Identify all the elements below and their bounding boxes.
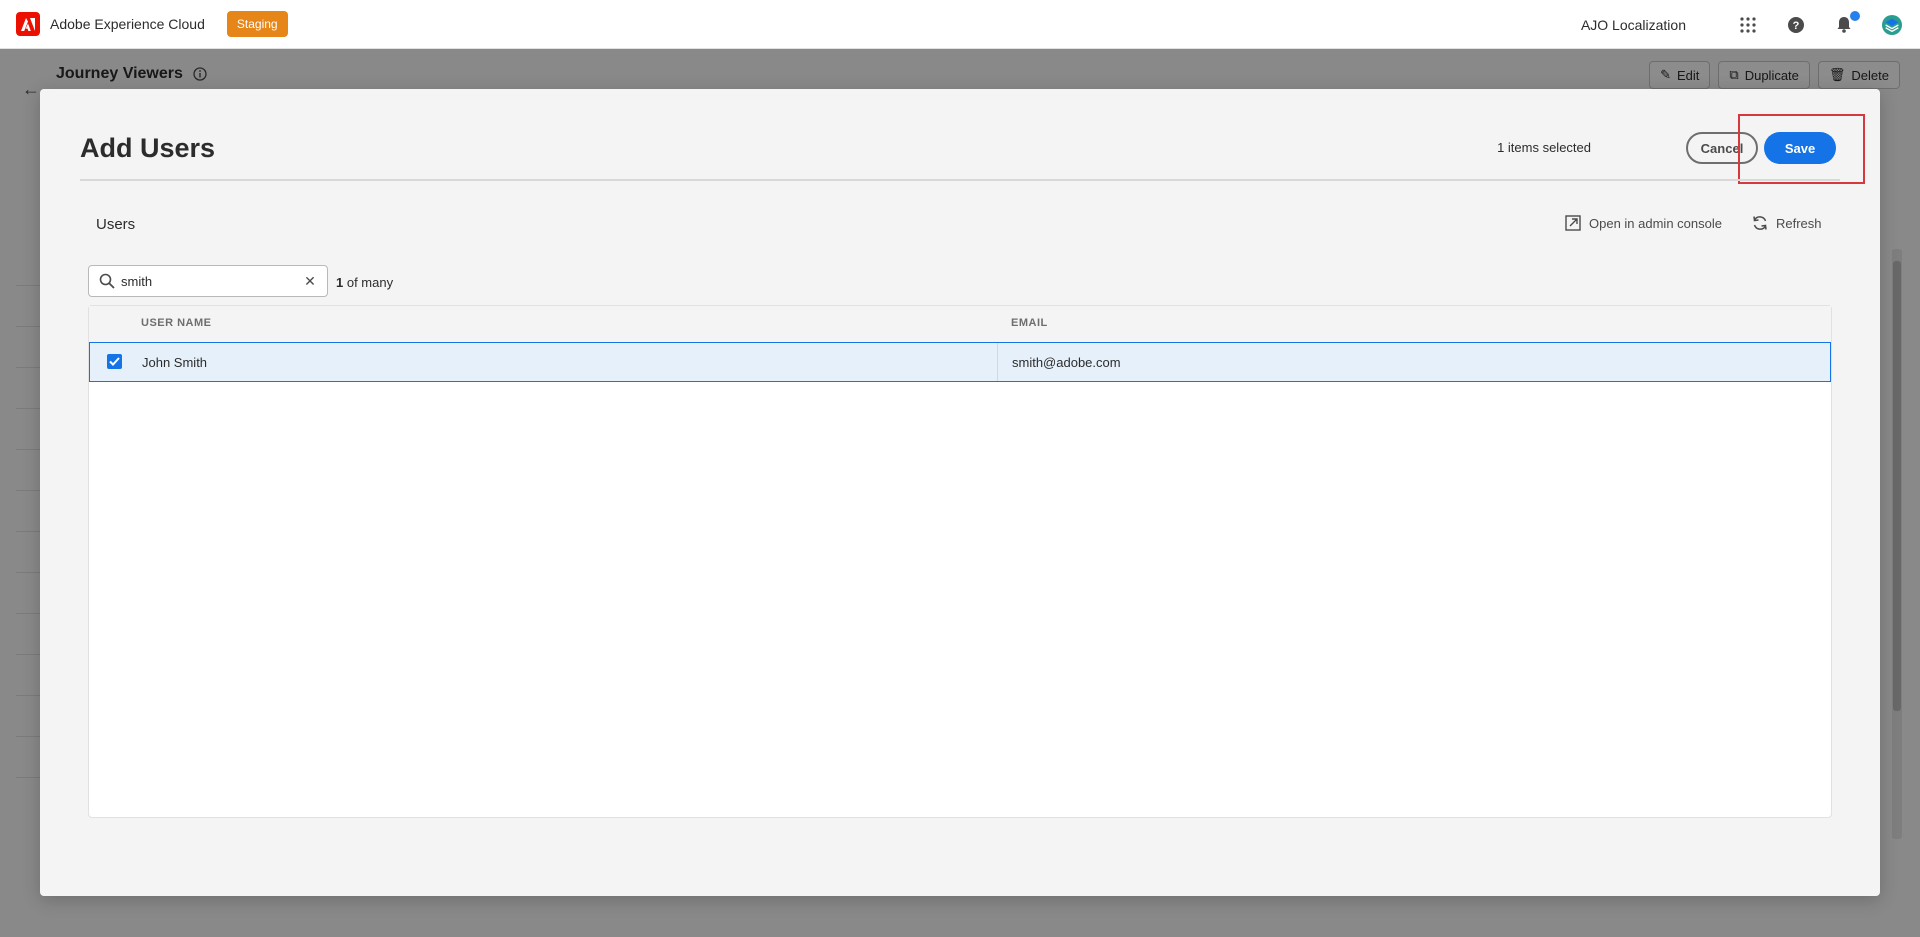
open-admin-console-link[interactable]: Open in admin console xyxy=(1565,215,1722,231)
org-switcher[interactable]: AJO Localization xyxy=(1581,17,1686,33)
user-avatar-icon[interactable] xyxy=(1882,14,1902,35)
column-header-email[interactable]: EMAIL xyxy=(1011,317,1048,329)
email-cell: smith@adobe.com xyxy=(1012,355,1121,370)
table-row[interactable]: John Smith smith@adobe.com xyxy=(89,342,1831,382)
search-field[interactable]: smith ✕ xyxy=(88,265,328,297)
top-shell-bar: Adobe Experience Cloud Staging AJO Local… xyxy=(0,0,1920,49)
clear-search-icon[interactable]: ✕ xyxy=(303,273,317,290)
refresh-link[interactable]: Refresh xyxy=(1752,215,1822,231)
staging-badge: Staging xyxy=(226,11,288,37)
selected-count: 1 items selected xyxy=(1497,140,1591,155)
users-section-label: Users xyxy=(96,216,136,233)
column-header-user-name[interactable]: USER NAME xyxy=(141,317,212,329)
notifications-bell-icon[interactable] xyxy=(1834,10,1860,35)
help-icon[interactable]: ? xyxy=(1786,15,1806,35)
column-separator xyxy=(997,343,998,381)
add-users-dialog: Add Users 1 items selected Cancel Save U… xyxy=(40,89,1880,896)
users-table: USER NAME EMAIL John Smith smith@adobe.c… xyxy=(88,305,1832,818)
refresh-icon xyxy=(1753,216,1767,230)
save-highlight-box xyxy=(1738,114,1865,184)
checkmark-icon xyxy=(109,357,120,366)
search-icon xyxy=(99,273,115,289)
table-header: USER NAME EMAIL xyxy=(89,306,1831,342)
brand-name[interactable]: Adobe Experience Cloud xyxy=(50,16,205,32)
external-link-icon xyxy=(1565,215,1581,231)
app-grid-icon[interactable] xyxy=(1738,15,1758,35)
search-input[interactable]: smith xyxy=(121,274,303,289)
adobe-logo-icon[interactable] xyxy=(16,12,40,36)
notification-badge xyxy=(1850,10,1860,21)
dialog-title: Add Users xyxy=(80,133,216,163)
user-name-cell: John Smith xyxy=(142,355,208,370)
divider xyxy=(80,179,1840,181)
row-checkbox[interactable] xyxy=(107,354,122,369)
svg-text:?: ? xyxy=(1793,20,1800,32)
result-count: 1 of many xyxy=(336,275,394,290)
